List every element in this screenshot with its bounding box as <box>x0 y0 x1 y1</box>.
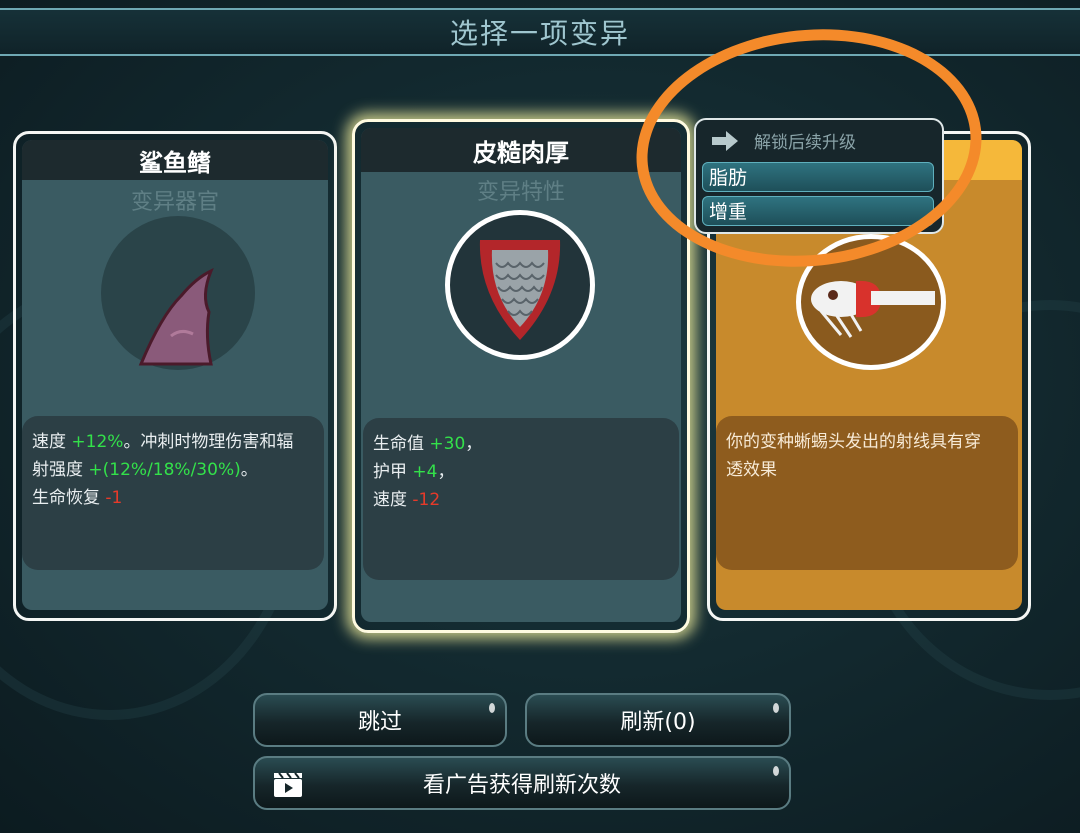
watch-ad-button-label: 看广告获得刷新次数 <box>422 773 621 798</box>
mutation-card-shark-fin[interactable]: 鲨鱼鳍 变异器官 速度 +12%。冲刺时物理伤害和辐 射强度 +(12%/18%… <box>13 131 337 621</box>
card-subtitle: 变异器官 <box>130 190 219 215</box>
mutation-card-thick-skin[interactable]: 皮糙肉厚 变异特性 生命值 +30， 护甲 +4， 速度 -12 <box>352 119 690 633</box>
card-description: 速度 +12%。冲刺时物理伤害和辐 射强度 +(12%/18%/30%)。 生命… <box>22 416 324 570</box>
desc-line: 生命值 +30， <box>373 434 483 454</box>
card-title: 皮糙肉厚 <box>473 138 569 167</box>
title-bar: 选择一项变异 <box>0 8 1080 56</box>
desc-line: 速度 +12%。冲刺时物理伤害和辐 <box>32 432 294 452</box>
skip-button-label: 跳过 <box>357 710 402 735</box>
watch-ad-button[interactable]: 看广告获得刷新次数 <box>253 756 791 810</box>
button-shine <box>773 766 779 776</box>
card-title-bar: 皮糙肉厚 <box>361 128 681 172</box>
card-title-bar: 鲨鱼鳍 <box>22 140 328 180</box>
refresh-button[interactable]: 刷新(0) <box>525 693 791 747</box>
desc-line: 射强度 +(12%/18%/30%)。 <box>32 460 258 480</box>
page-title: 选择一项变异 <box>449 17 630 50</box>
desc-line: 速度 -12 <box>373 490 441 510</box>
scale-shield-icon <box>479 240 561 340</box>
shark-fin-icon <box>138 268 214 366</box>
card-description: 生命值 +30， 护甲 +4， 速度 -12 <box>363 418 679 580</box>
skip-button[interactable]: 跳过 <box>253 693 507 747</box>
desc-line: 生命恢复 -1 <box>32 488 123 508</box>
desc-line: 透效果 <box>726 460 777 480</box>
card-icon-circle <box>445 210 595 360</box>
card-icon-circle <box>101 216 255 370</box>
clapperboard-icon <box>273 770 303 804</box>
card-description: 你的变种蜥蜴头发出的射线具有穿 透效果 <box>716 416 1018 570</box>
button-shine <box>489 703 495 713</box>
button-shine <box>773 703 779 713</box>
refresh-button-label: 刷新(0) <box>620 710 696 735</box>
card-subtitle: 变异特性 <box>476 180 565 205</box>
card-title: 鲨鱼鳍 <box>139 148 211 177</box>
desc-line: 护甲 +4， <box>373 462 455 482</box>
desc-line: 你的变种蜥蜴头发出的射线具有穿 <box>726 432 981 452</box>
